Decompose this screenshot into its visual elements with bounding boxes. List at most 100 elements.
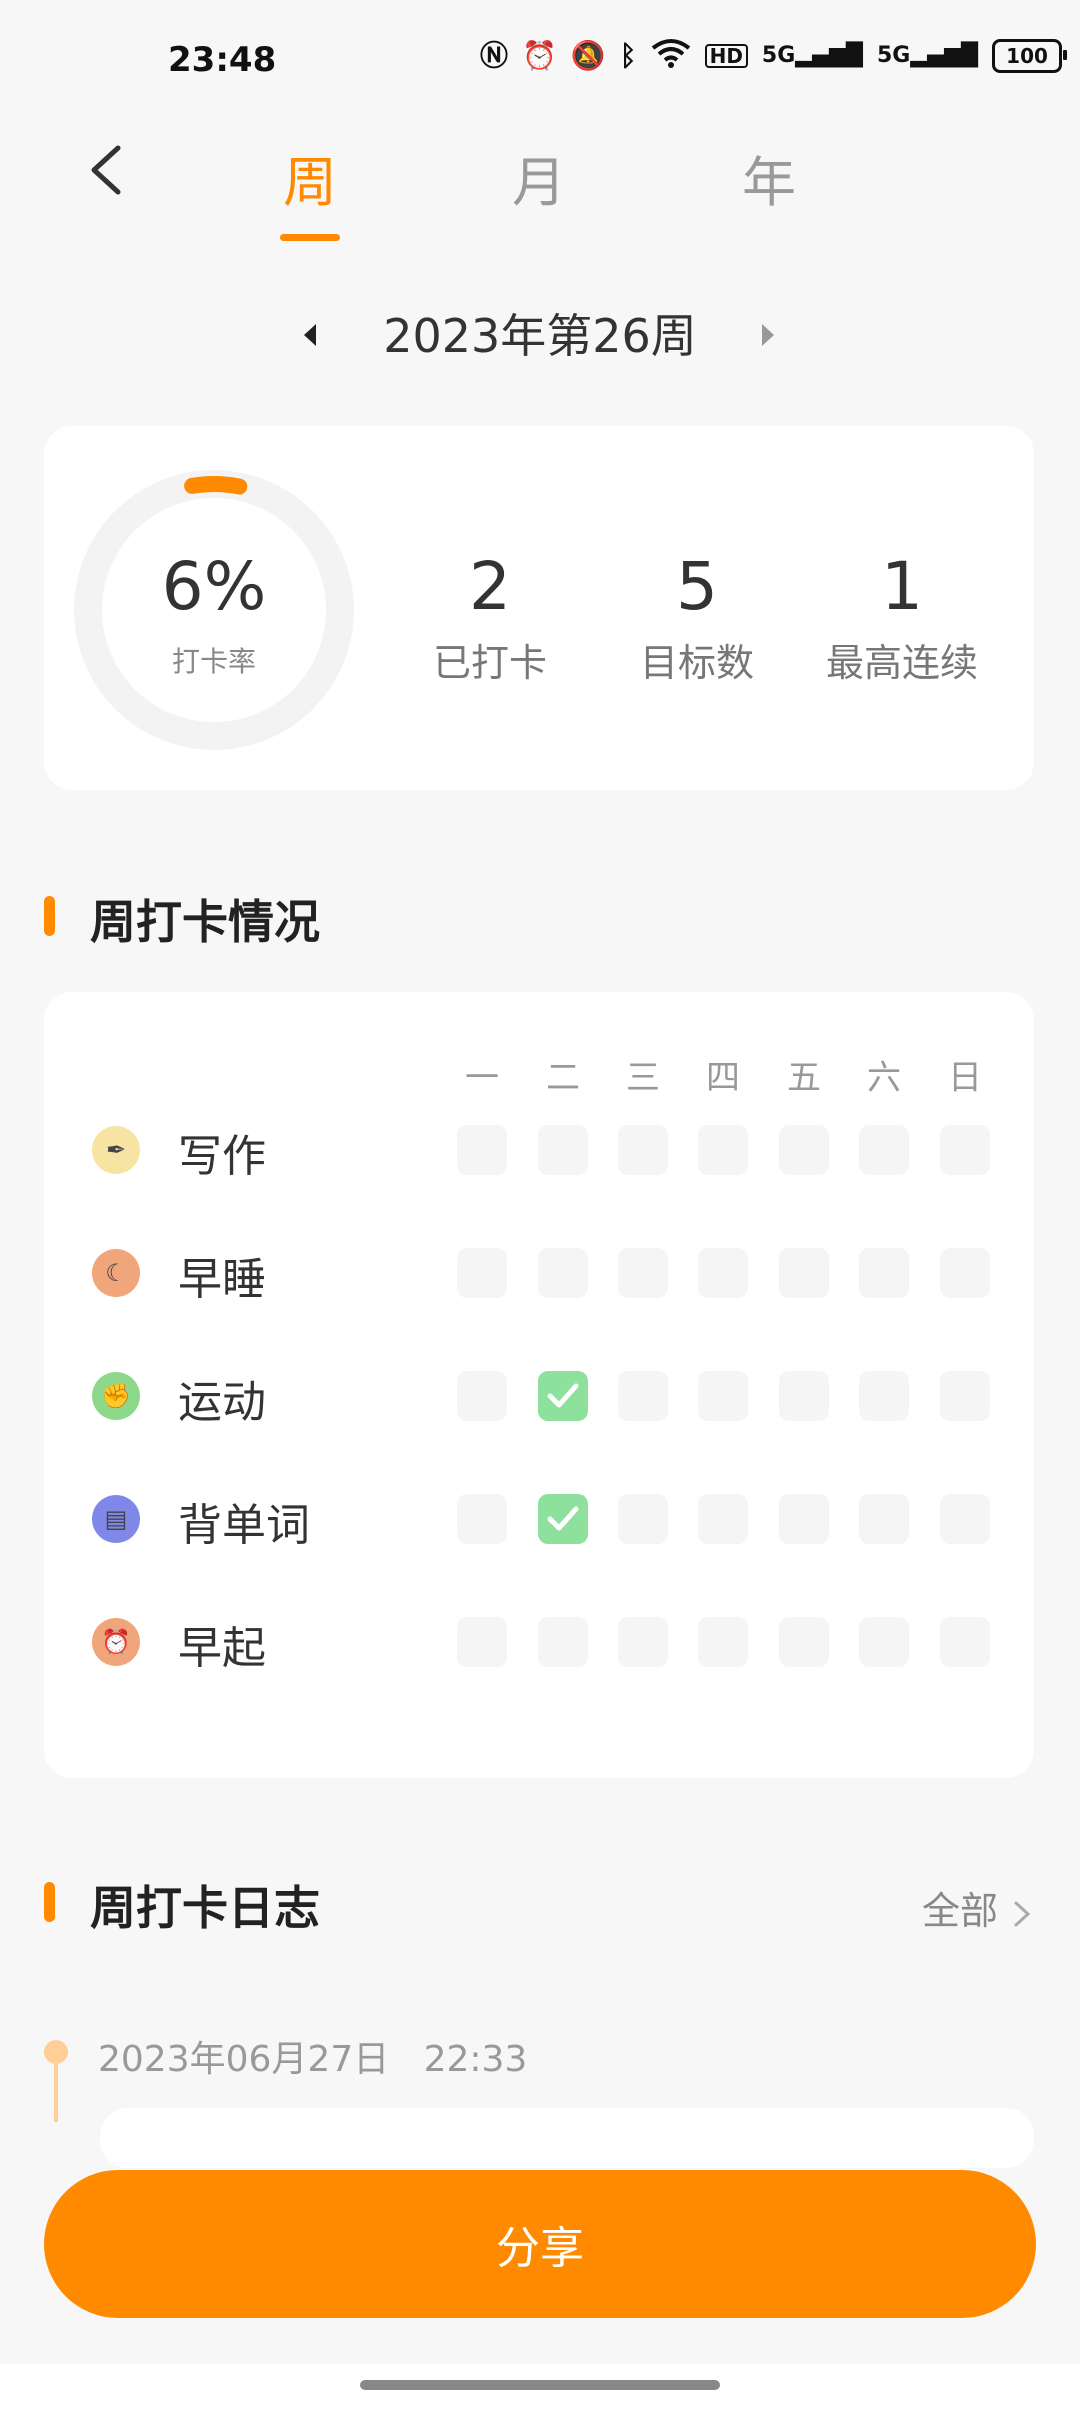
check-icon (547, 1506, 579, 1531)
checkin-cell[interactable] (779, 1494, 829, 1544)
checkin-cell[interactable] (698, 1125, 748, 1175)
checkin-cell[interactable] (618, 1248, 668, 1298)
chevron-right-icon (1014, 1901, 1031, 1926)
checkin-cell[interactable] (940, 1617, 990, 1667)
status-time: 23:48 (168, 40, 277, 80)
hd-icon: HD (704, 43, 748, 68)
checkin-cell[interactable] (538, 1125, 588, 1175)
share-button[interactable]: 分享 (44, 2170, 1036, 2318)
checkin-cell[interactable] (457, 1371, 507, 1421)
checkin-cell[interactable] (940, 1248, 990, 1298)
weekday-header-5: 五 (787, 1058, 821, 1098)
checkin-cell[interactable] (618, 1494, 668, 1544)
timeline-dot (44, 2040, 68, 2064)
active-tab-indicator (280, 234, 340, 241)
book-icon: ▤ (92, 1495, 140, 1543)
habit-name: 早睡 (178, 1254, 266, 1305)
journal-entry-datetime: 2023年06月27日 22:33 (98, 2030, 527, 2082)
weekday-header-4: 四 (706, 1058, 740, 1098)
journal-section-title: 周打卡日志 (90, 1881, 320, 1935)
muscle-icon: ✊ (92, 1372, 140, 1420)
view-all-link[interactable]: 全部 (922, 1880, 1034, 1935)
alarm-icon: ⏰ (522, 38, 557, 72)
checkin-cell[interactable] (940, 1494, 990, 1544)
checked-count-label: 已打卡 (432, 641, 547, 685)
checkin-cell[interactable] (859, 1494, 909, 1544)
checkin-cell[interactable] (698, 1494, 748, 1544)
checkin-cell[interactable] (618, 1125, 668, 1175)
checkin-cell[interactable] (457, 1248, 507, 1298)
checkin-cell[interactable] (457, 1125, 507, 1175)
share-label: 分享 (496, 2223, 584, 2274)
checkin-cell[interactable] (538, 1617, 588, 1667)
habit-name: 写作 (178, 1131, 266, 1182)
tab-year[interactable]: 年 (742, 138, 796, 217)
weekday-header-7: 日 (948, 1058, 982, 1098)
gesture-bar[interactable] (360, 2380, 720, 2390)
checkin-cell[interactable] (618, 1617, 668, 1667)
moon-icon: ☾ (92, 1249, 140, 1297)
pen-icon: ✒ (92, 1126, 140, 1174)
bluetooth-icon: ᛒ (619, 38, 637, 72)
journal-entry-date: 2023年06月27日 (98, 2039, 390, 2080)
nfc-icon: Ⓝ (480, 38, 509, 72)
checkin-cell[interactable] (859, 1371, 909, 1421)
checkin-cell[interactable] (618, 1371, 668, 1421)
habit-name: 背单词 (178, 1500, 310, 1551)
weekday-header-6: 六 (867, 1058, 901, 1098)
wifi-icon (651, 38, 691, 73)
alarm-clock-icon: ⏰ (92, 1618, 140, 1666)
habit-name: 运动 (178, 1377, 266, 1428)
checkin-cell[interactable] (698, 1248, 748, 1298)
checkin-cell-done[interactable] (538, 1494, 588, 1544)
checkin-cell[interactable] (779, 1248, 829, 1298)
checkin-cell[interactable] (779, 1617, 829, 1667)
signal-5g-icon-2: 5G▂▄▆█ (876, 42, 979, 68)
checkin-cell-done[interactable] (538, 1371, 588, 1421)
weekday-header-3: 三 (626, 1058, 660, 1098)
battery-icon: 100 (992, 38, 1068, 73)
checkin-cell[interactable] (457, 1494, 507, 1544)
check-icon (547, 1383, 579, 1408)
checkin-cell[interactable] (940, 1125, 990, 1175)
battery-level: 100 (1006, 43, 1048, 68)
habit-name: 早起 (178, 1623, 266, 1674)
checkin-cell[interactable] (698, 1371, 748, 1421)
status-icons: Ⓝ ⏰ 🔕 ᛒ HD 5G▂▄▆█ 5G▂▄▆█ 100 (480, 38, 1068, 73)
checkin-cell[interactable] (457, 1617, 507, 1667)
checkin-cell[interactable] (779, 1371, 829, 1421)
completion-rate: 6% (161, 548, 267, 625)
view-all-label: 全部 (922, 1889, 999, 1933)
back-button[interactable] (80, 140, 140, 200)
journal-entry-time: 22:33 (423, 2039, 528, 2080)
checkin-cell[interactable] (940, 1371, 990, 1421)
max-streak-label: 最高连续 (825, 641, 978, 685)
checkin-cell[interactable] (859, 1617, 909, 1667)
max-streak: 1 (881, 548, 923, 625)
goal-count: 5 (676, 548, 718, 625)
checkin-cell[interactable] (698, 1617, 748, 1667)
chevron-left-icon (91, 145, 121, 195)
tab-month[interactable]: 月 (512, 138, 566, 217)
journal-entry-card[interactable] (100, 2108, 1034, 2168)
next-period-button[interactable] (762, 324, 774, 346)
weekday-header-2: 二 (546, 1058, 580, 1098)
signal-label-1: 5G (761, 42, 796, 68)
section-marker (44, 896, 55, 936)
checkin-cell[interactable] (779, 1125, 829, 1175)
checkin-cell[interactable] (859, 1248, 909, 1298)
signal-5g-icon-1: 5G▂▄▆█ (761, 42, 863, 68)
checked-count: 2 (469, 548, 511, 625)
checkin-cell[interactable] (859, 1125, 909, 1175)
completion-rate-label: 打卡率 (171, 645, 256, 678)
timeline-line (54, 2062, 58, 2122)
weekday-header-1: 一 (465, 1058, 499, 1098)
weekly-section-title: 周打卡情况 (90, 895, 320, 949)
signal-label-2: 5G (876, 42, 911, 68)
period-label: 2023年第26周 (383, 309, 697, 363)
goal-count-label: 目标数 (639, 641, 754, 685)
checkin-cell[interactable] (538, 1248, 588, 1298)
section-marker-journal (44, 1882, 55, 1922)
mute-icon: 🔕 (570, 38, 606, 72)
tab-week[interactable]: 周 (283, 138, 337, 217)
